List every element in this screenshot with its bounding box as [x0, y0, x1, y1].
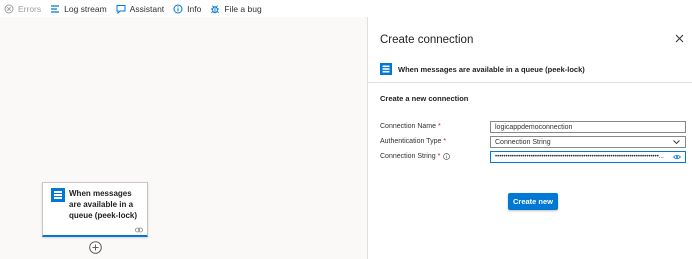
file-bug-label: File a bug	[224, 3, 262, 14]
errors-label: Errors	[18, 3, 42, 14]
file-bug-button[interactable]: File a bug	[210, 3, 262, 14]
info-button[interactable]: Info	[173, 4, 201, 14]
error-icon	[4, 4, 14, 13]
trigger-card[interactable]: When messages are available in a queue (…	[42, 182, 148, 237]
create-connection-panel: Create connection When messages are avai…	[368, 17, 692, 259]
connection-name-value: logicappdemoconnection	[495, 123, 573, 131]
show-password-icon[interactable]	[673, 154, 681, 160]
log-stream-button[interactable]: Log stream	[50, 4, 107, 14]
connection-name-label-text: Connection Name	[380, 123, 437, 130]
log-stream-label: Log stream	[64, 3, 107, 14]
auth-type-select[interactable]: Connection String	[490, 136, 686, 148]
assistant-button[interactable]: Assistant	[116, 3, 165, 14]
connection-string-label: Connection String *	[380, 153, 451, 160]
connection-name-input[interactable]: logicappdemoconnection	[490, 121, 686, 133]
create-new-button[interactable]: Create new	[508, 193, 558, 210]
chevron-down-icon	[673, 140, 680, 145]
trigger-title: When messages are available in a queue (…	[69, 189, 138, 220]
link-icon	[135, 227, 143, 233]
divider	[368, 82, 692, 83]
info-icon[interactable]	[443, 153, 451, 160]
required-marker: *	[437, 153, 441, 160]
add-step-icon[interactable]	[89, 241, 102, 254]
bug-icon	[211, 4, 220, 13]
assistant-label: Assistant	[129, 3, 165, 14]
connection-string-label-text: Connection String	[380, 153, 436, 160]
chat-icon	[116, 4, 126, 14]
connection-string-value: ••••••••••••••••••••••••••••••••••••••••…	[495, 154, 664, 160]
close-icon[interactable]	[675, 34, 684, 43]
service-bus-icon	[51, 188, 65, 202]
panel-title: Create connection	[380, 34, 474, 46]
toolbar: Errors Log stream Assistant Info File a …	[0, 0, 692, 17]
auth-type-value: Connection String	[495, 138, 551, 146]
operation-label: When messages are available in a queue (…	[398, 64, 585, 74]
service-bus-icon	[380, 63, 392, 75]
info-icon	[173, 4, 183, 13]
section-heading: Create a new connection	[380, 94, 469, 103]
required-marker: *	[443, 138, 447, 145]
log-stream-icon	[51, 4, 60, 13]
auth-type-label-text: Authentication Type	[380, 138, 442, 145]
auth-type-label: Authentication Type *	[380, 138, 446, 145]
required-marker: *	[438, 123, 441, 130]
connection-name-label: Connection Name *	[380, 123, 441, 130]
operation-header: When messages are available in a queue (…	[380, 63, 585, 75]
connection-string-input[interactable]: ••••••••••••••••••••••••••••••••••••••••…	[490, 151, 686, 163]
errors-button[interactable]: Errors	[4, 4, 41, 14]
info-label: Info	[187, 3, 202, 14]
